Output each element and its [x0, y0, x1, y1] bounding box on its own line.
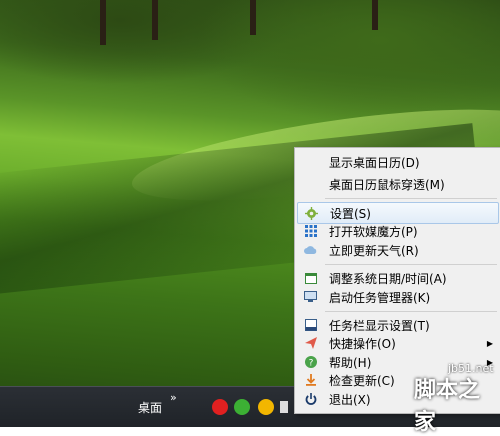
- monitor-icon: [304, 291, 317, 304]
- gear-icon: [305, 206, 318, 220]
- wallpaper-tree: [100, 0, 106, 45]
- menu-item-update-weather[interactable]: 立即更新天气(R): [297, 239, 499, 261]
- menu-item-label: 桌面日历鼠标穿透(M): [329, 177, 445, 192]
- menu-item-label: 检查更新(C): [329, 373, 395, 388]
- menu-item-label: 退出(X): [329, 392, 371, 407]
- calendar-icon: [304, 272, 317, 285]
- menu-separator: [325, 198, 497, 199]
- wallpaper-tree: [152, 0, 158, 40]
- qq-icon[interactable]: [258, 399, 274, 415]
- wallpaper-tree: [250, 0, 256, 35]
- wallpaper-tree: [372, 0, 378, 30]
- menu-item-calendar-mouse-passthrough[interactable]: 桌面日历鼠标穿透(M): [297, 173, 499, 195]
- weibo-icon[interactable]: [212, 399, 228, 415]
- taskbar-desktop-toolbar-label[interactable]: 桌面: [138, 399, 162, 416]
- menu-item-label: 设置(S): [330, 206, 371, 221]
- menu-item-label: 帮助(H): [329, 355, 372, 370]
- menu-item-label: 打开软媒魔方(P): [329, 224, 418, 239]
- power-icon: [304, 393, 317, 406]
- svg-text:?: ?: [308, 359, 313, 369]
- menu-item-label: 立即更新天气(R): [329, 243, 419, 258]
- menu-separator: [325, 311, 497, 312]
- taskbar-overflow-chevron[interactable]: »: [170, 391, 177, 404]
- menu-item-show-desktop-calendar[interactable]: 显示桌面日历(D): [297, 151, 499, 173]
- wechat-icon[interactable]: [234, 399, 250, 415]
- menu-item-label: 快捷操作(O): [329, 336, 396, 351]
- flag-icon[interactable]: [280, 401, 288, 413]
- watermark-name: 脚本之家: [414, 378, 481, 435]
- grid-icon: [304, 225, 317, 238]
- submenu-arrow-icon: ▶: [486, 338, 493, 348]
- menu-item-label: 启动任务管理器(K): [329, 290, 431, 305]
- menu-item-label: 显示桌面日历(D): [329, 155, 420, 170]
- menu-item-label: 任务栏显示设置(T): [329, 318, 430, 333]
- taskbar-icon: [304, 319, 317, 332]
- menu-item-task-manager[interactable]: 启动任务管理器(K): [297, 286, 499, 308]
- paper-plane-icon: [304, 337, 317, 350]
- menu-item-label: 调整系统日期/时间(A): [329, 271, 447, 286]
- menu-separator: [325, 264, 497, 265]
- download-icon: [304, 374, 317, 387]
- cloud-icon: [304, 244, 317, 257]
- help-icon: ?: [304, 356, 317, 369]
